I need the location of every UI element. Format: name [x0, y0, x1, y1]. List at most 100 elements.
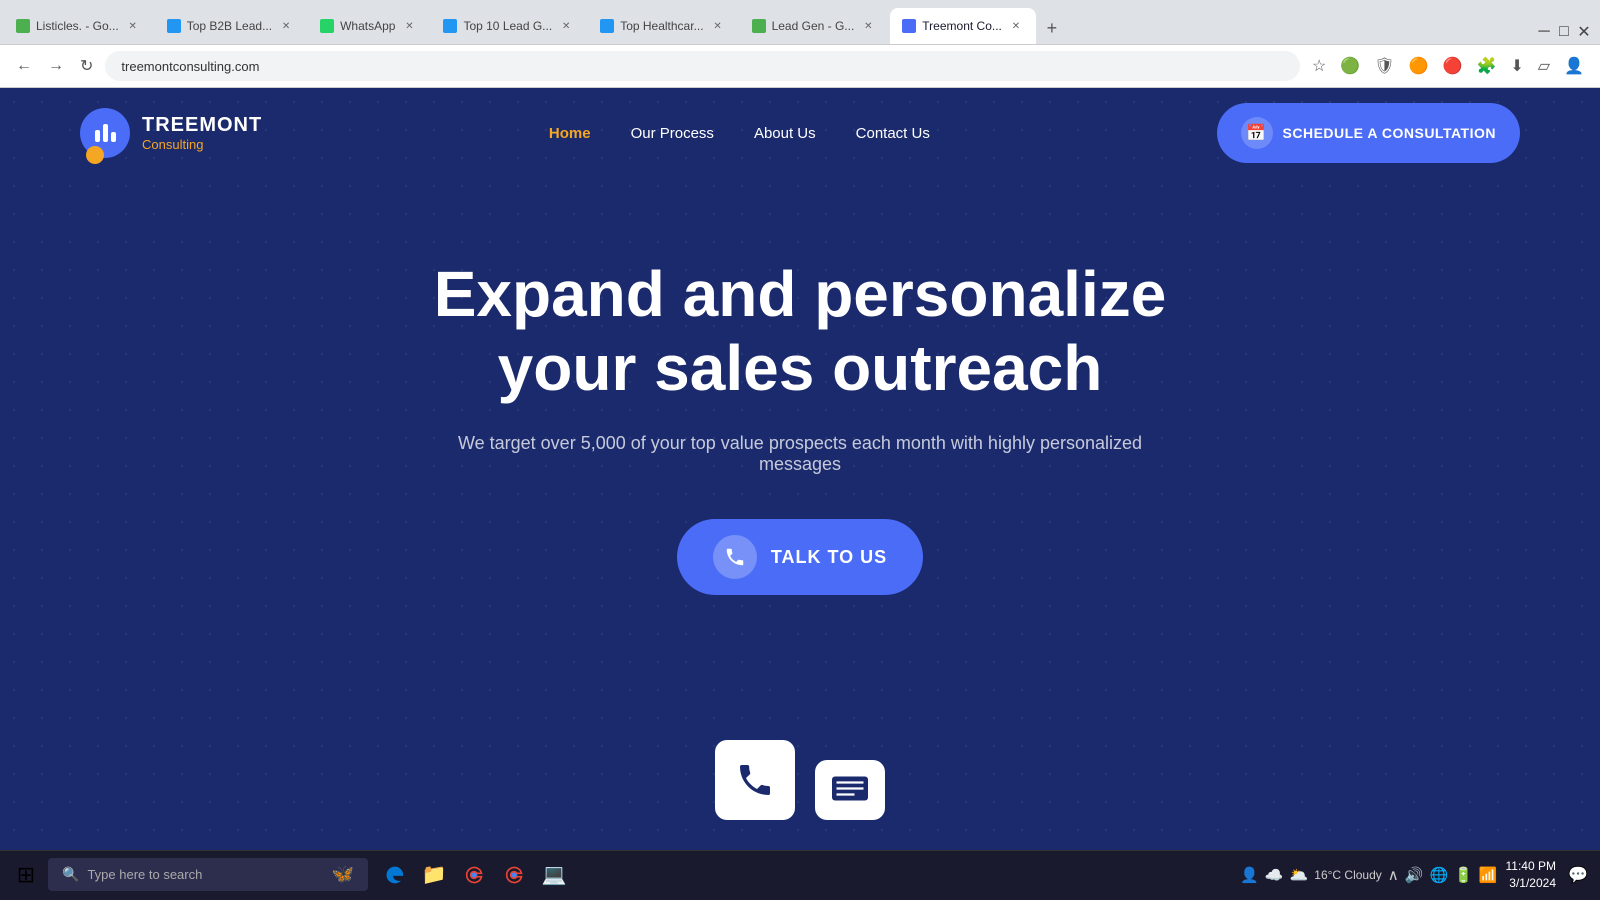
schedule-consultation-button[interactable]: 📅 SCHEDULE A CONSULTATION	[1217, 103, 1520, 163]
address-bar-icons: ☆ 🟢 🛡 🟠 🔴 🧩 ⬇ ▱ 👤	[1308, 52, 1588, 80]
close-button[interactable]: ✕	[1576, 24, 1592, 40]
nav-link-home[interactable]: Home	[549, 125, 591, 142]
hero-title: Expand and personalize your sales outrea…	[434, 258, 1167, 405]
talk-to-us-button[interactable]: TALK TO US	[677, 519, 923, 595]
talk-btn-label: TALK TO US	[771, 547, 887, 568]
bar3	[111, 132, 116, 142]
bottom-teaser	[715, 740, 885, 820]
navbar: TREEMONT Consulting Home Our Process Abo…	[0, 88, 1600, 178]
extension-icon-2[interactable]: 🛡	[1370, 52, 1398, 80]
hero-title-line2: your sales outreach	[498, 332, 1103, 404]
tab-close-btn[interactable]: ✕	[401, 18, 417, 34]
hero-section: Expand and personalize your sales outrea…	[0, 178, 1600, 595]
taskbar-app-other[interactable]: 💻	[536, 857, 572, 893]
weather-icon[interactable]: 🌥️	[1290, 866, 1309, 884]
tab-top10[interactable]: Top 10 Lead G... ✕	[431, 8, 586, 44]
tab-close-btn[interactable]: ✕	[710, 18, 726, 34]
tab-close-btn[interactable]: ✕	[558, 18, 574, 34]
window-controls: ─ □ ✕	[1536, 24, 1600, 40]
clock-time: 11:40 PM	[1506, 858, 1556, 875]
tab-favicon	[752, 19, 766, 33]
cloud-icon[interactable]: ☁️	[1265, 866, 1284, 884]
tab-lead-gen[interactable]: Lead Gen - G... ✕	[740, 8, 889, 44]
taskbar-search-box[interactable]: 🔍 Type here to search 🦋	[48, 858, 368, 891]
bar1	[95, 130, 100, 142]
extension-icon-4[interactable]: 🔴	[1439, 52, 1467, 80]
new-tab-button[interactable]: +	[1038, 14, 1066, 42]
nav-links: Home Our Process About Us Contact Us	[549, 125, 930, 142]
download-button[interactable]: ⬇	[1506, 52, 1527, 80]
people-icon[interactable]: 👤	[1240, 866, 1259, 884]
tab-label: WhatsApp	[340, 19, 395, 33]
nav-link-process[interactable]: Our Process	[631, 125, 714, 142]
tab-favicon	[902, 19, 916, 33]
logo-icon	[80, 108, 130, 158]
tab-close-btn[interactable]: ✕	[125, 18, 141, 34]
wifi-icon[interactable]: 📶	[1479, 866, 1498, 884]
taskbar-app-chrome1[interactable]	[456, 857, 492, 893]
tab-label: Treemont Co...	[922, 19, 1002, 33]
up-arrow-icon[interactable]: ∧	[1388, 866, 1399, 884]
hero-subtitle: We target over 5,000 of your top value p…	[450, 433, 1150, 475]
extension-icon-1[interactable]: 🟢	[1336, 52, 1364, 80]
system-clock[interactable]: 11:40 PM 3/1/2024	[1506, 858, 1556, 892]
tab-bar: Listicles. - Go... ✕ Top B2B Lead... ✕ W…	[0, 0, 1600, 44]
taskbar-app-chrome2[interactable]	[496, 857, 532, 893]
bookmark-button[interactable]: ☆	[1308, 52, 1330, 80]
logo-bars	[95, 124, 116, 142]
taskbar-apps: 📁 💻	[376, 857, 572, 893]
clock-date: 3/1/2024	[1506, 875, 1556, 892]
bar2	[103, 124, 108, 142]
tab-favicon	[167, 19, 181, 33]
notification-button[interactable]: 💬	[1564, 861, 1592, 889]
tab-whatsapp[interactable]: WhatsApp ✕	[308, 8, 429, 44]
search-icon: 🔍	[62, 866, 79, 883]
taskbar-app-explorer[interactable]: 📁	[416, 857, 452, 893]
message-card	[815, 760, 885, 820]
tab-label: Listicles. - Go...	[36, 19, 119, 33]
tab-top-healthcare[interactable]: Top Healthcar... ✕	[588, 8, 737, 44]
hero-title-line1: Expand and personalize	[434, 258, 1167, 330]
logo[interactable]: TREEMONT Consulting	[80, 108, 262, 158]
butterfly-icon: 🦋	[332, 864, 354, 885]
tab-favicon	[443, 19, 457, 33]
phone-card	[715, 740, 795, 820]
reload-button[interactable]: ↻	[76, 52, 97, 80]
tab-close-btn[interactable]: ✕	[278, 18, 294, 34]
start-button[interactable]: ⊞	[8, 857, 44, 893]
extensions-button[interactable]: 🧩	[1472, 52, 1500, 80]
tab-label: Top 10 Lead G...	[463, 19, 552, 33]
forward-button[interactable]: →	[44, 53, 68, 79]
schedule-btn-label: SCHEDULE A CONSULTATION	[1283, 125, 1496, 141]
speaker-icon[interactable]: 🔊	[1405, 866, 1424, 884]
logo-text: TREEMONT Consulting	[142, 113, 262, 153]
tab-label: Lead Gen - G...	[772, 19, 855, 33]
taskbar-right: 👤 ☁️ 🌥️ 16°C Cloudy ∧ 🔊 🌐 🔋 📶 11:40 PM 3…	[1240, 858, 1592, 892]
address-input[interactable]	[105, 51, 1300, 81]
browser-chrome: Listicles. - Go... ✕ Top B2B Lead... ✕ W…	[0, 0, 1600, 88]
tab-close-btn[interactable]: ✕	[1008, 18, 1024, 34]
battery-icon[interactable]: 🔋	[1454, 866, 1473, 884]
tab-close-btn[interactable]: ✕	[860, 18, 876, 34]
tab-top-b2b[interactable]: Top B2B Lead... ✕	[155, 8, 306, 44]
extension-icon-3[interactable]: 🟠	[1405, 52, 1433, 80]
nav-link-contact[interactable]: Contact Us	[856, 125, 930, 142]
website-content: TREEMONT Consulting Home Our Process Abo…	[0, 88, 1600, 850]
tab-listicles[interactable]: Listicles. - Go... ✕	[4, 8, 153, 44]
system-icons: 👤 ☁️ 🌥️ 16°C Cloudy ∧ 🔊 🌐 🔋 📶	[1240, 866, 1497, 884]
minimize-button[interactable]: ─	[1536, 24, 1552, 40]
back-button[interactable]: ←	[12, 53, 36, 79]
maximize-button[interactable]: □	[1556, 24, 1572, 40]
weather-text: 16°C Cloudy	[1314, 868, 1382, 882]
network-icon[interactable]: 🌐	[1429, 866, 1448, 884]
tab-favicon	[320, 19, 334, 33]
taskbar-app-edge[interactable]	[376, 857, 412, 893]
profile-button[interactable]: 👤	[1560, 52, 1588, 80]
split-screen-button[interactable]: ▱	[1534, 52, 1554, 80]
windows-logo-icon: ⊞	[17, 862, 35, 888]
tab-favicon	[600, 19, 614, 33]
tab-treemont[interactable]: Treemont Co... ✕	[890, 8, 1036, 44]
nav-link-about[interactable]: About Us	[754, 125, 816, 142]
tab-label: Top Healthcar...	[620, 19, 703, 33]
address-bar-row: ← → ↻ ☆ 🟢 🛡 🟠 🔴 🧩 ⬇ ▱ 👤	[0, 44, 1600, 88]
